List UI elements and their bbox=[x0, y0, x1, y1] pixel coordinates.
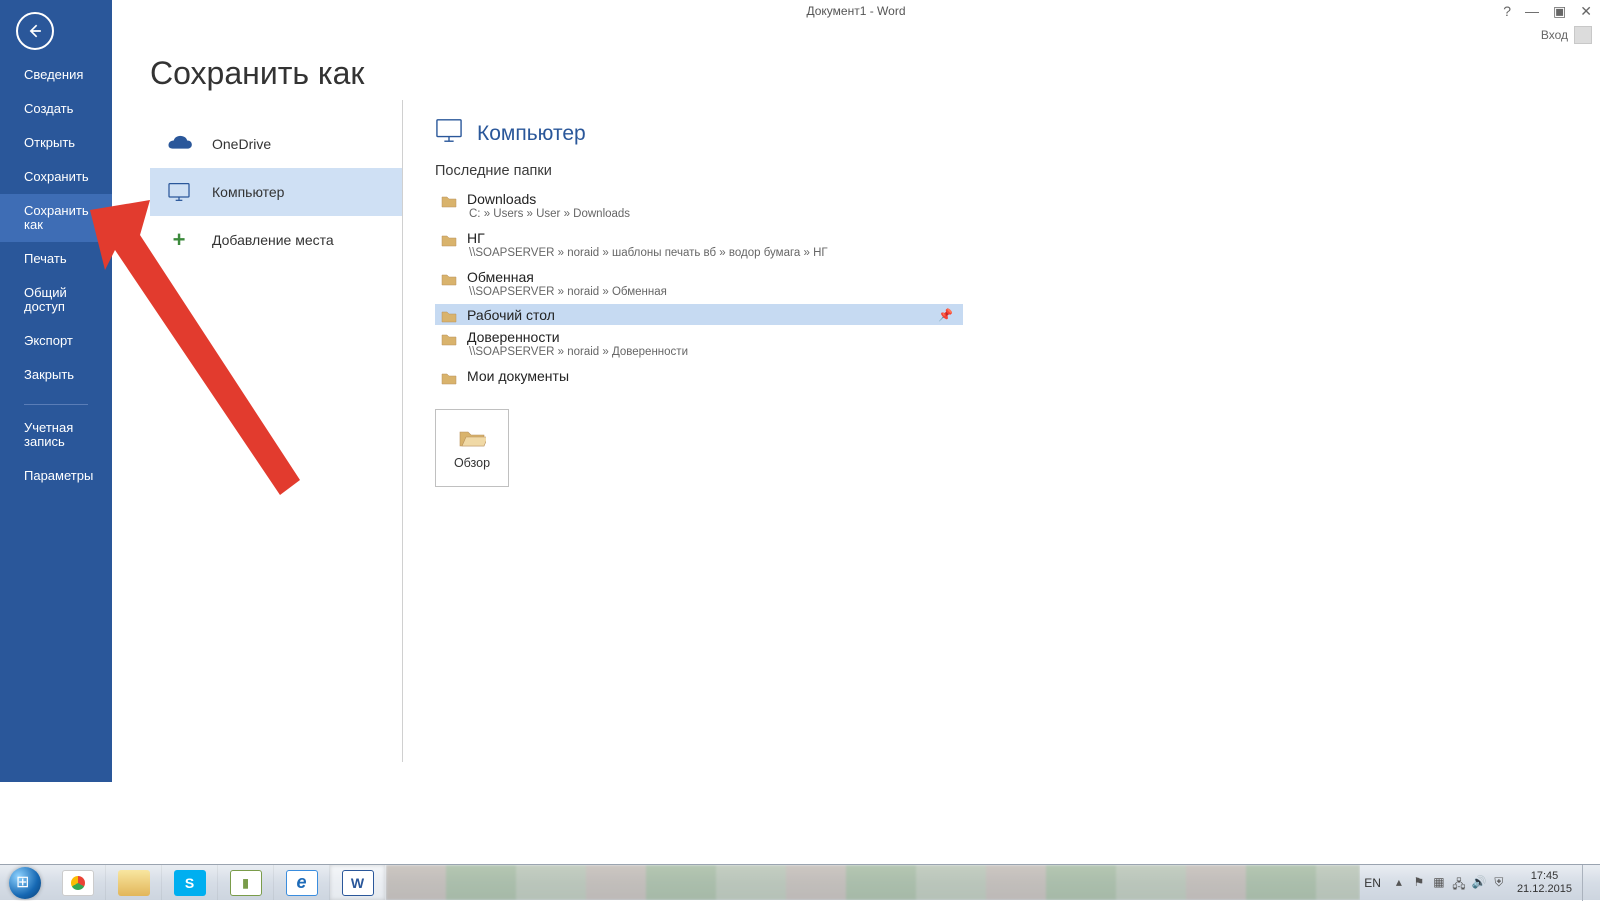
recent-folder[interactable]: НГ \\SOAPSERVER » noraid » шаблоны печат… bbox=[435, 226, 963, 265]
recent-header: Компьютер bbox=[477, 122, 586, 146]
taskbar-word[interactable] bbox=[330, 865, 386, 900]
place-computer-label: Компьютер bbox=[212, 184, 284, 200]
flag-icon[interactable]: ⚑ bbox=[1411, 875, 1427, 891]
language-indicator[interactable]: EN bbox=[1364, 876, 1381, 890]
close-icon[interactable]: ✕ bbox=[1580, 4, 1592, 18]
folder-name: НГ bbox=[467, 230, 828, 246]
recent-panel: Компьютер Последние папки Downloads C: »… bbox=[402, 100, 1600, 762]
nav-account[interactable]: Учетная запись bbox=[0, 411, 112, 459]
sign-in-label: Вход bbox=[1541, 28, 1568, 42]
folder-path: \\SOAPSERVER » noraid » Доверенности bbox=[467, 346, 688, 358]
recent-folder[interactable]: Мои документы bbox=[435, 364, 963, 391]
folder-name: Доверенности bbox=[467, 329, 688, 345]
folder-name: Рабочий стол bbox=[467, 307, 555, 323]
avatar-icon bbox=[1574, 26, 1592, 44]
clock-time: 17:45 bbox=[1517, 870, 1572, 883]
nav-options[interactable]: Параметры bbox=[0, 459, 112, 493]
place-add-location[interactable]: + Добавление места bbox=[150, 216, 402, 264]
word-icon bbox=[342, 870, 374, 896]
recent-folder[interactable]: Доверенности \\SOAPSERVER » noraid » Дов… bbox=[435, 325, 963, 364]
taskbar-skype[interactable] bbox=[162, 865, 218, 900]
places-column: Сохранить как OneDrive Компьютер + Добав… bbox=[112, 0, 402, 782]
folder-icon bbox=[441, 332, 457, 346]
browse-label: Обзор bbox=[454, 456, 490, 470]
place-add-label: Добавление места bbox=[212, 232, 334, 248]
browse-button[interactable]: Обзор bbox=[435, 409, 509, 487]
sign-in[interactable]: Вход bbox=[1541, 26, 1592, 44]
folder-path: \\SOAPSERVER » noraid » шаблоны печать в… bbox=[467, 247, 828, 259]
file-explorer-icon bbox=[118, 870, 150, 896]
taskbar-explorer[interactable] bbox=[106, 865, 162, 900]
nav-open[interactable]: Открыть bbox=[0, 126, 112, 160]
plus-icon: + bbox=[164, 228, 194, 252]
recent-subhead: Последние папки bbox=[435, 163, 1600, 179]
show-desktop-button[interactable] bbox=[1582, 865, 1592, 901]
folder-path: C: » Users » User » Downloads bbox=[467, 208, 630, 220]
place-computer[interactable]: Компьютер bbox=[150, 168, 402, 216]
taskbar: EN ▴ ⚑ ▦ 🖧 🔊 ⛨ 17:45 21.12.2015 bbox=[0, 864, 1600, 900]
nav-save-as[interactable]: Сохранить как bbox=[0, 194, 112, 242]
computer-large-icon bbox=[435, 118, 463, 149]
nav-share[interactable]: Общий доступ bbox=[0, 276, 112, 324]
page-title: Сохранить как bbox=[150, 55, 402, 92]
nav-save[interactable]: Сохранить bbox=[0, 160, 112, 194]
window-controls: ? — ▣ ✕ bbox=[1503, 4, 1592, 18]
windows-icon bbox=[9, 867, 41, 899]
folder-name: Мои документы bbox=[467, 368, 569, 384]
taskbar-internet-explorer[interactable] bbox=[274, 865, 330, 900]
action-center-icon[interactable]: ⛨ bbox=[1491, 875, 1507, 891]
tiles-icon[interactable]: ▦ bbox=[1431, 875, 1447, 891]
onedrive-icon bbox=[164, 132, 194, 156]
skype-icon bbox=[174, 870, 206, 896]
clock-date: 21.12.2015 bbox=[1517, 883, 1572, 896]
start-button[interactable] bbox=[0, 865, 50, 901]
computer-icon bbox=[164, 180, 194, 204]
ie-icon bbox=[286, 870, 318, 896]
pin-icon[interactable]: 📌 bbox=[938, 308, 953, 322]
folder-icon bbox=[441, 309, 457, 323]
window-title: Документ1 - Word bbox=[806, 4, 905, 18]
sidebar-separator bbox=[24, 404, 88, 405]
folder-icon bbox=[441, 194, 457, 208]
folder-name: Downloads bbox=[467, 191, 630, 207]
recent-folder[interactable]: Downloads C: » Users » User » Downloads bbox=[435, 187, 963, 226]
recent-folder[interactable]: Обменная \\SOAPSERVER » noraid » Обменна… bbox=[435, 265, 963, 304]
taskbar-chrome[interactable] bbox=[50, 865, 106, 900]
nav-close[interactable]: Закрыть bbox=[0, 358, 112, 392]
arrow-left-icon bbox=[25, 21, 45, 41]
chrome-icon bbox=[62, 870, 94, 896]
folder-path: \\SOAPSERVER » noraid » Обменная bbox=[467, 286, 667, 298]
folder-open-icon bbox=[458, 426, 486, 448]
folder-name: Обменная bbox=[467, 269, 667, 285]
place-onedrive[interactable]: OneDrive bbox=[150, 120, 402, 168]
restore-icon[interactable]: ▣ bbox=[1553, 4, 1566, 18]
libreoffice-icon bbox=[230, 870, 262, 896]
network-icon[interactable]: 🖧 bbox=[1451, 875, 1467, 891]
system-tray: EN ▴ ⚑ ▦ 🖧 🔊 ⛨ 17:45 21.12.2015 bbox=[1360, 865, 1600, 900]
folder-icon bbox=[441, 233, 457, 247]
volume-icon[interactable]: 🔊 bbox=[1471, 875, 1487, 891]
title-bar: Документ1 - Word bbox=[112, 0, 1600, 45]
back-button[interactable] bbox=[16, 12, 54, 50]
backstage-sidebar: Сведения Создать Открыть Сохранить Сохра… bbox=[0, 0, 112, 782]
nav-export[interactable]: Экспорт bbox=[0, 324, 112, 358]
taskbar-background bbox=[386, 865, 1360, 900]
taskbar-libreoffice[interactable] bbox=[218, 865, 274, 900]
clock[interactable]: 17:45 21.12.2015 bbox=[1517, 870, 1572, 896]
folder-icon bbox=[441, 272, 457, 286]
nav-info[interactable]: Сведения bbox=[0, 58, 112, 92]
recent-folder-selected[interactable]: Рабочий стол 📌 bbox=[435, 304, 963, 325]
place-onedrive-label: OneDrive bbox=[212, 136, 271, 152]
nav-print[interactable]: Печать bbox=[0, 242, 112, 276]
folder-icon bbox=[441, 371, 457, 385]
minimize-icon[interactable]: — bbox=[1525, 4, 1539, 18]
chevron-up-icon[interactable]: ▴ bbox=[1391, 875, 1407, 891]
nav-new[interactable]: Создать bbox=[0, 92, 112, 126]
help-icon[interactable]: ? bbox=[1503, 4, 1511, 18]
